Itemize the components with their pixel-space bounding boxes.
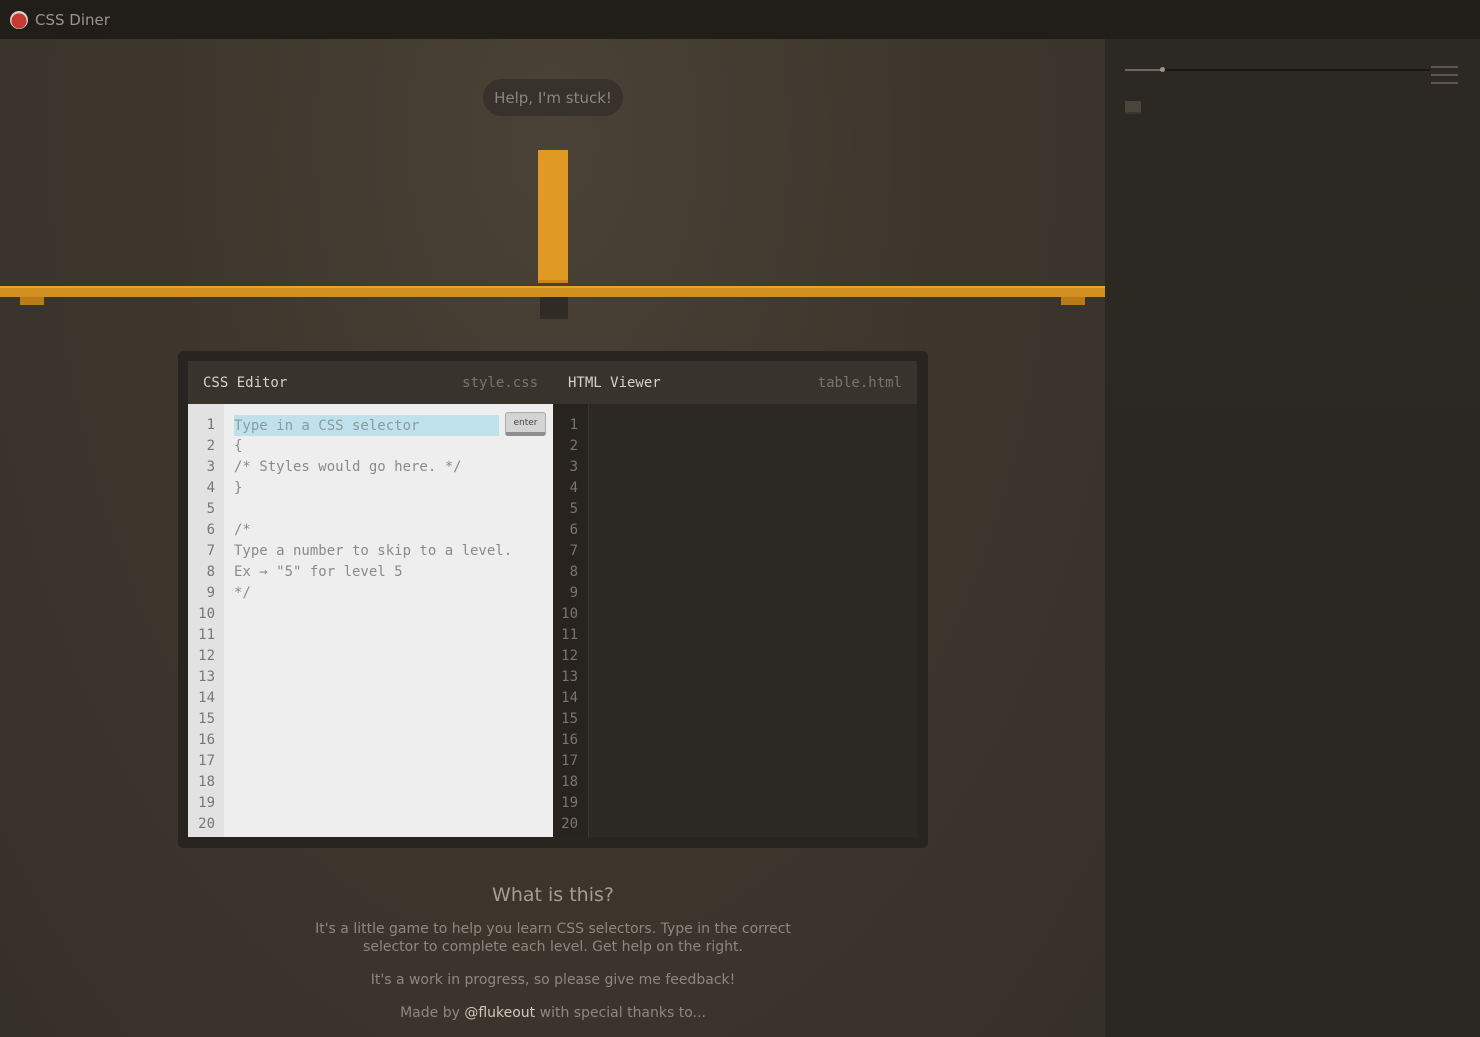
html-line-number: 2 bbox=[569, 438, 578, 454]
html-line-number: 4 bbox=[569, 480, 578, 496]
credit-suffix: with special thanks to... bbox=[535, 1005, 706, 1021]
html-file-name: table.html bbox=[817, 374, 902, 391]
css-line-number: 6 bbox=[206, 522, 215, 538]
html-line-number: 1 bbox=[569, 417, 578, 433]
html-line-number: 13 bbox=[561, 669, 578, 685]
css-code-line: { bbox=[234, 438, 243, 454]
html-line-number: 7 bbox=[569, 543, 578, 559]
info-description: It's a little game to help you learn CSS… bbox=[315, 921, 791, 955]
css-code-line: */ bbox=[234, 585, 251, 601]
css-code-line bbox=[234, 499, 512, 520]
css-line-number: 5 bbox=[206, 501, 215, 517]
css-line-number: 11 bbox=[198, 627, 215, 643]
css-code-line: Type a number to skip to a level. bbox=[234, 543, 513, 559]
item-shadow bbox=[540, 297, 568, 319]
css-line-number: 14 bbox=[198, 690, 215, 706]
html-line-number: 14 bbox=[561, 690, 578, 706]
css-line-number: 12 bbox=[198, 648, 215, 664]
css-line-number: 9 bbox=[206, 585, 215, 601]
html-line-number: 15 bbox=[561, 711, 578, 727]
css-line-number: 18 bbox=[198, 774, 215, 790]
css-code-line: /* Styles would go here. */ bbox=[234, 459, 462, 475]
table-item[interactable] bbox=[538, 150, 568, 283]
html-line-number: 17 bbox=[561, 753, 578, 769]
html-line-number: 19 bbox=[561, 795, 578, 811]
level-progress-fill bbox=[1125, 69, 1162, 71]
css-line-number: 1 bbox=[206, 417, 215, 433]
css-editor: 1 2 3 4 5 6 7 8 9 10 11 12 13 14 15 16 17 18 19 20 {/* Styl… bbox=[188, 404, 553, 837]
info-feedback: It's a work in progress, so please give … bbox=[370, 972, 736, 988]
css-line-number: 17 bbox=[198, 753, 215, 769]
css-line-number: 4 bbox=[206, 480, 215, 496]
css-line-number: 20 bbox=[198, 816, 215, 832]
html-line-number: 18 bbox=[561, 774, 578, 790]
logo-icon bbox=[10, 10, 28, 29]
level-sidebar bbox=[1105, 39, 1480, 1037]
table-surface bbox=[0, 286, 1105, 297]
css-line-number: 7 bbox=[206, 543, 215, 559]
html-line-number: 20 bbox=[561, 816, 578, 832]
css-code-line: /* bbox=[234, 522, 251, 538]
css-line-number: 16 bbox=[198, 732, 215, 748]
info-credit: Made by @flukeout with special thanks to… bbox=[300, 1004, 806, 1022]
html-line-number: 3 bbox=[569, 459, 578, 475]
css-line-number: 15 bbox=[198, 711, 215, 727]
html-line-number: 10 bbox=[561, 606, 578, 622]
html-line-numbers: 1 2 3 4 5 6 7 8 9 10 11 12 13 14 15 16 17 18 19 20 bbox=[553, 404, 589, 837]
level-progress-bar bbox=[1125, 67, 1430, 72]
css-line-number: 13 bbox=[198, 669, 215, 685]
html-viewer-header: HTML Viewer table.html bbox=[553, 361, 917, 404]
selector-input[interactable] bbox=[234, 415, 499, 436]
html-line-number: 5 bbox=[569, 501, 578, 517]
html-line-number: 12 bbox=[561, 648, 578, 664]
level-progress-knob bbox=[1159, 67, 1165, 72]
credit-prefix: Made by bbox=[400, 1005, 465, 1021]
top-bar: CSS Diner bbox=[0, 0, 1480, 39]
html-line-number: 11 bbox=[561, 627, 578, 643]
html-line-number: 8 bbox=[569, 564, 578, 580]
level-menu-icon[interactable] bbox=[1431, 64, 1458, 86]
html-line-number: 16 bbox=[561, 732, 578, 748]
table-leg bbox=[20, 297, 44, 305]
html-line-number: 6 bbox=[569, 522, 578, 538]
app-title: CSS Diner bbox=[35, 10, 110, 29]
css-line-number: 3 bbox=[206, 459, 215, 475]
css-code: { /* Styles would go here. */} /* Type a n… bbox=[234, 415, 512, 604]
css-line-number: 2 bbox=[206, 438, 215, 454]
css-file-name: style.css bbox=[462, 374, 538, 391]
flukeout-link[interactable]: @flukeout bbox=[464, 1005, 535, 1021]
css-editor-header: CSS Editor style.css bbox=[188, 361, 553, 404]
css-code-line: Ex → "5" for level 5 bbox=[234, 564, 403, 580]
css-editor-title: CSS Editor bbox=[203, 374, 288, 391]
info-section: What is this? It's a little game to help… bbox=[300, 884, 806, 1037]
css-code-line: } bbox=[234, 480, 243, 496]
css-line-number: 19 bbox=[198, 795, 215, 811]
css-line-numbers: 1 2 3 4 5 6 7 8 9 10 11 12 13 14 15 16 17 18 19 20 bbox=[188, 404, 224, 837]
html-viewer-title: HTML Viewer bbox=[568, 374, 661, 391]
html-line-number: 9 bbox=[569, 585, 578, 601]
css-line-number: 10 bbox=[198, 606, 215, 622]
level-indicator bbox=[1125, 101, 1141, 114]
html-viewer: 1 2 3 4 5 6 7 8 9 10 11 12 13 14 15 16 17 18 19 20 bbox=[553, 404, 917, 837]
table-leg bbox=[1061, 297, 1085, 305]
help-button[interactable]: Help, I'm stuck! bbox=[483, 79, 623, 116]
css-line-number: 8 bbox=[206, 564, 215, 580]
info-heading: What is this? bbox=[492, 884, 614, 906]
enter-button[interactable]: enter bbox=[505, 412, 546, 436]
